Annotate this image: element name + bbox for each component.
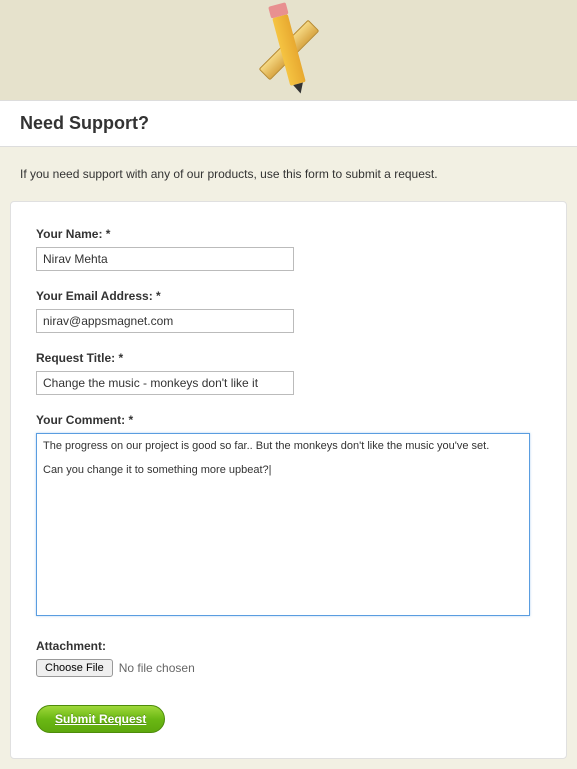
file-status: No file chosen	[119, 661, 195, 675]
name-input[interactable]	[36, 247, 294, 271]
comment-label: Your Comment: *	[36, 413, 541, 427]
title-bar: Need Support?	[0, 100, 577, 147]
comment-textarea[interactable]	[36, 433, 530, 616]
support-form: Your Name: * Your Email Address: * Reque…	[10, 201, 567, 759]
intro-text: If you need support with any of our prod…	[0, 147, 577, 201]
choose-file-button[interactable]: Choose File	[36, 659, 113, 677]
pencil-ruler-icon	[249, 10, 329, 90]
submit-button[interactable]: Submit Request	[36, 705, 165, 733]
attachment-label: Attachment:	[36, 639, 541, 653]
email-label: Your Email Address: *	[36, 289, 541, 303]
attachment-group: Attachment: Choose File No file chosen	[36, 639, 541, 677]
page-title: Need Support?	[20, 113, 557, 134]
file-input-wrapper: Choose File No file chosen	[36, 659, 541, 677]
title-group: Request Title: *	[36, 351, 541, 395]
title-label: Request Title: *	[36, 351, 541, 365]
name-label: Your Name: *	[36, 227, 541, 241]
email-group: Your Email Address: *	[36, 289, 541, 333]
comment-group: Your Comment: *	[36, 413, 541, 621]
email-input[interactable]	[36, 309, 294, 333]
name-group: Your Name: *	[36, 227, 541, 271]
header-section	[0, 0, 577, 100]
title-input[interactable]	[36, 371, 294, 395]
